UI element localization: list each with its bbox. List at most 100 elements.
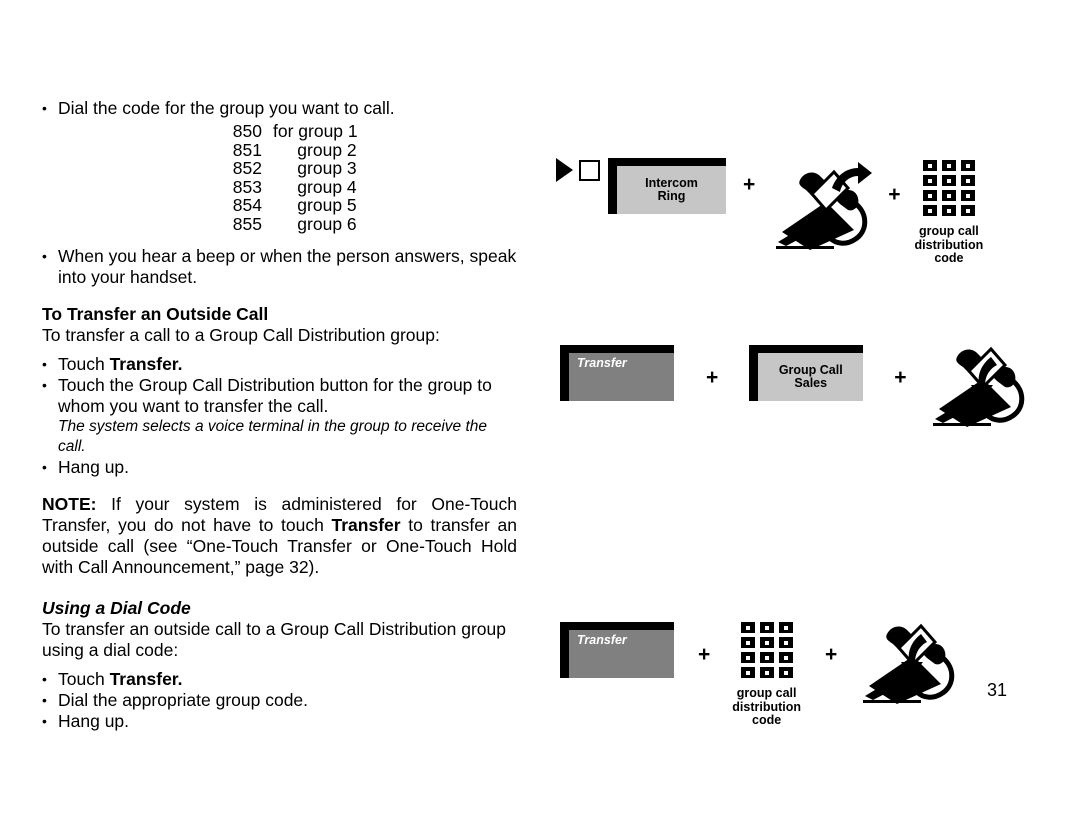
keypad-caption: group call distribution code (914, 224, 984, 265)
group-call-distribution-code-group: group call distribution code (914, 160, 984, 266)
transfer-button-name: Transfer. (109, 668, 183, 689)
list-item: • Touch Transfer. (42, 354, 517, 375)
note-transfer-bold: Transfer (331, 514, 401, 535)
button-face: Transfer (569, 353, 674, 401)
plus-operator: + (888, 183, 901, 206)
button-label: Transfer (577, 356, 627, 370)
keypad-key[interactable] (759, 622, 774, 633)
touch-transfer-prefix: Touch (58, 668, 110, 689)
keypad-key[interactable] (960, 160, 975, 171)
ring-square-icon (579, 159, 600, 181)
transfer-button-name: Transfer. (109, 353, 183, 374)
table-row: 850 for group 1 (214, 122, 517, 141)
keypad-key[interactable] (960, 190, 975, 201)
table-row: 854 group 5 (214, 196, 517, 215)
keypad-key[interactable] (759, 652, 774, 663)
list-item: • Dial the code for the group you want t… (42, 98, 517, 119)
touch-group-call-distribution-step: Touch the Group Call Distribution button… (58, 374, 492, 416)
intercom-ring-button-group: Intercom Ring (608, 158, 726, 214)
lift-handset-icon (772, 158, 876, 256)
plus-operator: + (894, 366, 907, 389)
button-label: Intercom Ring (645, 175, 698, 204)
group-code-number: 854 (232, 195, 262, 216)
group-code-label: for group 1 (273, 121, 358, 141)
button-face: Transfer (569, 630, 674, 678)
bullet-glyph: • (42, 670, 47, 687)
keypad-key[interactable] (778, 637, 793, 648)
intercom-ring-button[interactable]: Intercom Ring (608, 158, 726, 214)
hang-up-handset-icon (929, 335, 1033, 433)
keypad-key[interactable] (941, 190, 956, 201)
group-code-label: group 5 (273, 195, 357, 216)
keypad-key[interactable] (740, 637, 755, 648)
keypad-key[interactable] (922, 160, 937, 171)
keypad-key[interactable] (778, 652, 793, 663)
subsection-heading-using-a-dial-code: Using a Dial Code (42, 597, 191, 618)
touch-transfer-step: Touch Transfer. (58, 354, 517, 375)
keypad-key[interactable] (740, 652, 755, 663)
list-item: • When you hear a beep or when the perso… (42, 246, 517, 288)
keypad-key[interactable] (941, 205, 956, 216)
group-call-sales-button[interactable]: Group Call Sales (749, 345, 864, 401)
group-code-label: group 2 (273, 139, 357, 160)
hang-up-step: Hang up. (58, 710, 130, 731)
document-page: • Dial the code for the group you want t… (0, 0, 1080, 835)
body-text-column: • Dial the code for the group you want t… (42, 98, 517, 732)
keypad-key[interactable] (778, 622, 793, 633)
keypad-key[interactable] (960, 175, 975, 186)
group-code-number: 852 (232, 158, 262, 179)
group-call-distribution-code-group: group call distribution code (732, 622, 801, 728)
transfer-button[interactable]: Transfer (560, 345, 674, 401)
bullet-glyph: • (42, 376, 47, 393)
keypad-key[interactable] (740, 622, 755, 633)
dial-keypad-icon[interactable] (740, 622, 793, 678)
table-row: 851 group 2 (214, 139, 517, 160)
keypad-key[interactable] (922, 190, 937, 201)
keypad-key[interactable] (922, 205, 937, 216)
dial-code-instruction: Dial the code for the group you want to … (58, 98, 395, 118)
keypad-key[interactable] (960, 205, 975, 216)
plus-operator: + (743, 173, 756, 196)
group-code-label: group 4 (273, 176, 357, 197)
dial-keypad-icon[interactable] (922, 160, 975, 216)
page-number: 31 (986, 680, 1007, 700)
list-item: • Dial the appropriate group code. (42, 690, 517, 711)
button-label: Group Call Sales (778, 362, 843, 391)
dialcode-intro-text: To transfer an outside call to a Group C… (42, 618, 506, 660)
group-code-label: group 6 (273, 213, 357, 234)
table-row: 853 group 4 (214, 178, 517, 197)
button-top-edge (560, 345, 674, 353)
keypad-key[interactable] (759, 667, 774, 678)
button-left-edge (608, 158, 617, 214)
button-label: Transfer (577, 633, 627, 647)
group-code-number: 853 (232, 176, 262, 197)
beep-instruction: When you hear a beep or when the person … (58, 245, 517, 287)
button-left-edge (560, 622, 569, 678)
keypad-key[interactable] (740, 667, 755, 678)
button-label-line1: Group Call (778, 362, 843, 377)
keypad-key[interactable] (922, 175, 937, 186)
keypad-key[interactable] (778, 667, 793, 678)
transfer-intro-text: To transfer a call to a Group Call Distr… (42, 324, 440, 345)
plus-operator: + (825, 643, 838, 666)
group-code-label: group 3 (273, 158, 357, 179)
keypad-key[interactable] (941, 175, 956, 186)
plus-operator: + (698, 643, 711, 666)
button-label-line1: Intercom (645, 175, 698, 190)
button-top-edge (608, 158, 726, 166)
hang-up-step: Hang up. (58, 456, 130, 477)
lift-handset-group (772, 158, 876, 256)
hang-up-handset-group (929, 335, 1033, 433)
note-paragraph: NOTE: If your system is administered for… (42, 494, 517, 578)
keypad-key[interactable] (941, 160, 956, 171)
group-code-table: 850 for group 1 851 group 2 852 group 3 … (214, 122, 517, 234)
button-top-edge (749, 345, 864, 353)
transfer-button[interactable]: Transfer (560, 622, 674, 678)
bullet-glyph: • (42, 458, 47, 475)
hang-up-handset-icon (859, 612, 963, 710)
bullet-glyph: • (42, 247, 47, 264)
group-code-number: 855 (232, 213, 262, 234)
table-row: 855 group 6 (214, 215, 517, 234)
keypad-key[interactable] (759, 637, 774, 648)
bullet-glyph: • (42, 712, 47, 729)
